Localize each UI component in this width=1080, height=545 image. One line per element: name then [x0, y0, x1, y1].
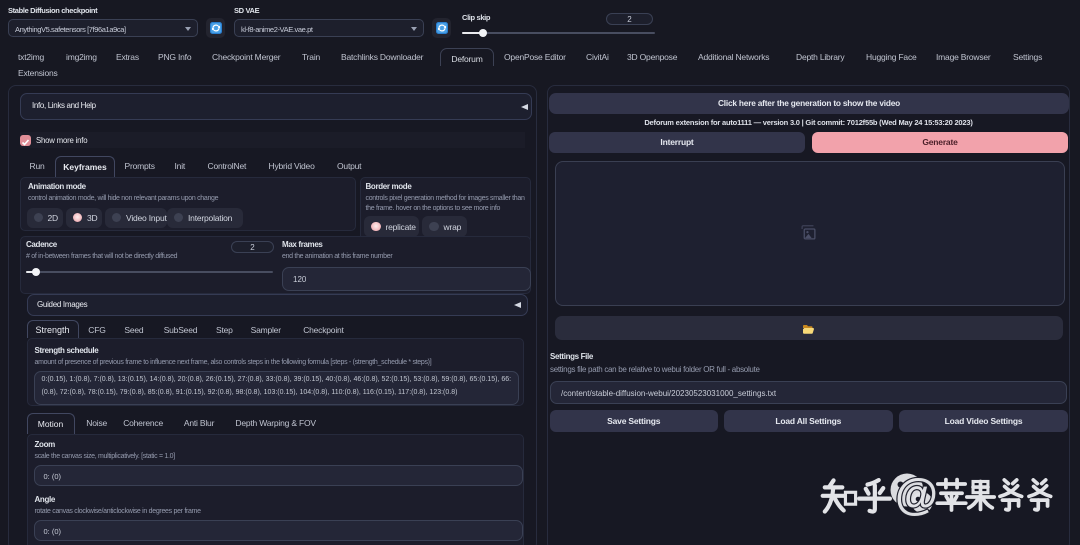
svg-text:@: @ — [895, 470, 938, 519]
